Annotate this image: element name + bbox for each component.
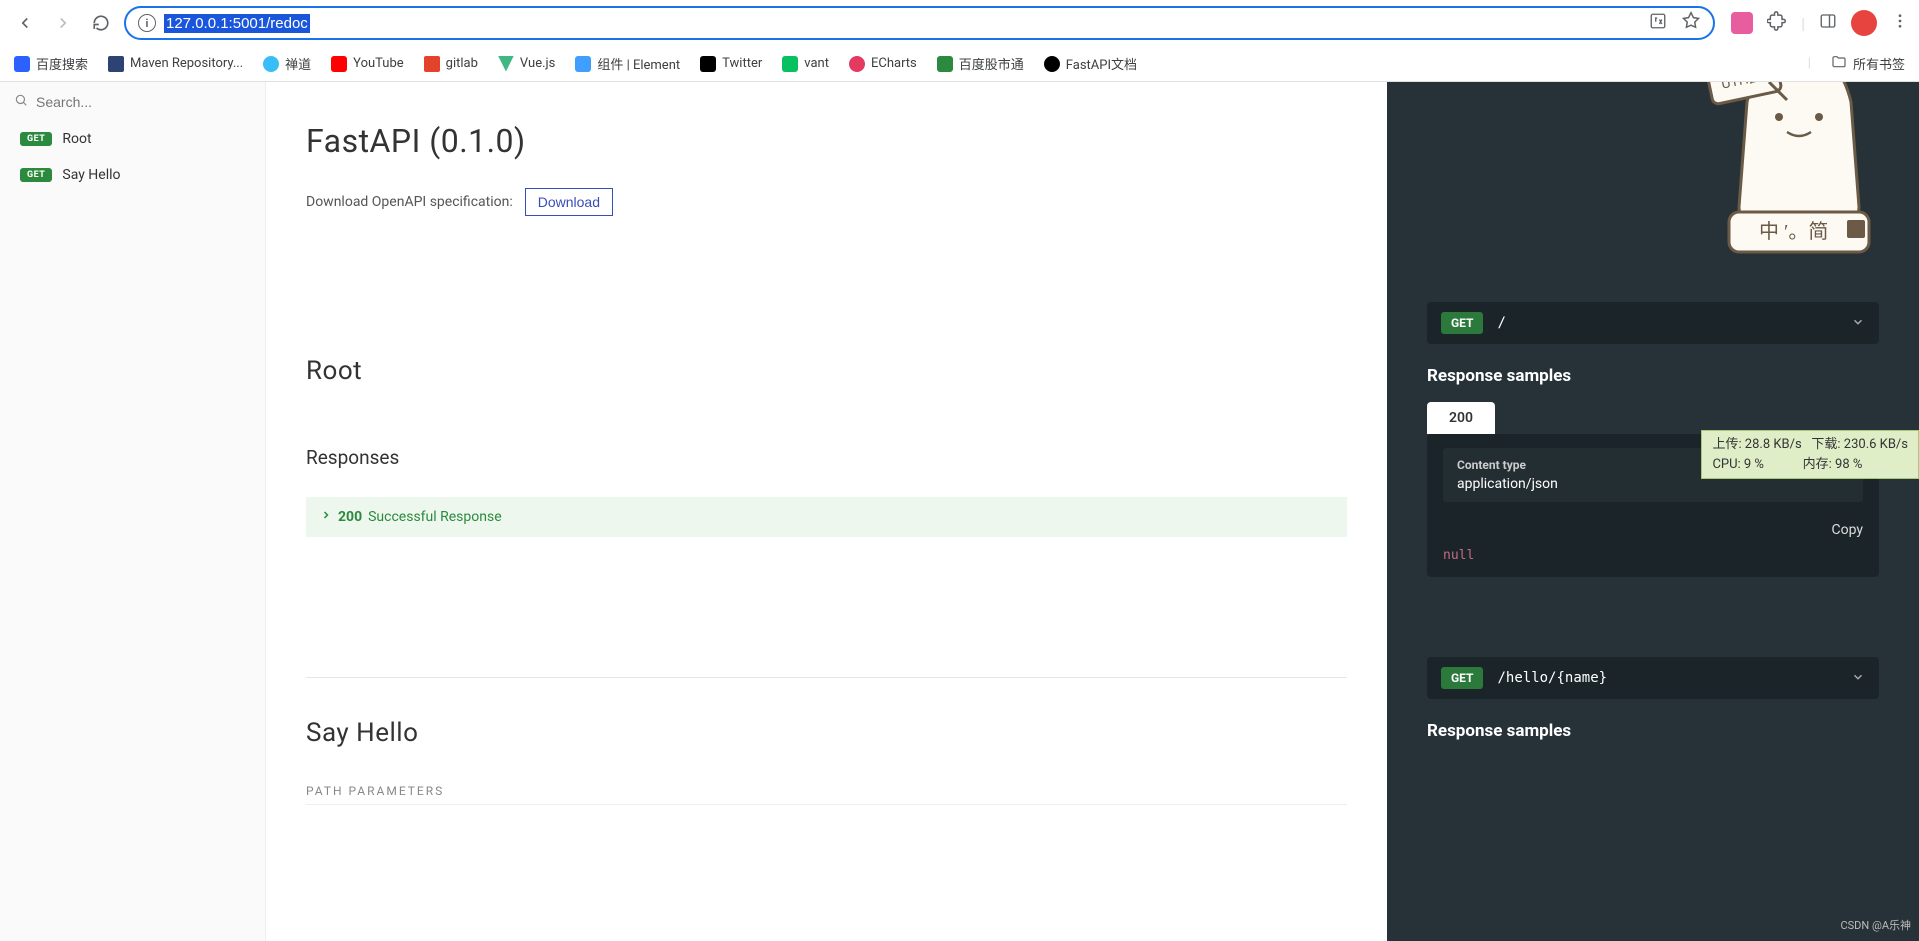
- chevron-down-icon: [1851, 669, 1865, 688]
- mascot-image: 中 ′。简 UTH国际: [1699, 82, 1899, 282]
- bookmark-baidu[interactable]: 百度搜索: [14, 54, 88, 73]
- folder-icon: [1831, 54, 1847, 74]
- method-badge: GET: [1441, 667, 1483, 689]
- chevron-right-icon: [320, 509, 332, 525]
- path-parameters-label: PATH PARAMETERS: [306, 784, 1347, 805]
- sidebar-item-label: Root: [62, 131, 91, 147]
- sidebar-item-label: Say Hello: [62, 167, 120, 183]
- watermark: CSDN @A乐神: [1840, 917, 1911, 933]
- chevron-down-icon: [1851, 314, 1865, 333]
- bookmark-bar: 百度搜索 Maven Repository... 禅道 YouTube gitl…: [0, 46, 1919, 82]
- endpoint-root[interactable]: GET /: [1427, 302, 1879, 344]
- chrome-actions: |: [1723, 10, 1909, 36]
- bookmark-youtube[interactable]: YouTube: [331, 56, 404, 72]
- bookmark-vant[interactable]: vant: [782, 56, 829, 72]
- address-bar[interactable]: i 127.0.0.1:5001/redoc: [124, 6, 1715, 40]
- svg-text:UTH国际: UTH国际: [1720, 82, 1778, 93]
- search-box[interactable]: [0, 82, 265, 121]
- bookmark-stocks[interactable]: 百度股市通: [937, 54, 1024, 73]
- side-panel-icon[interactable]: [1819, 12, 1837, 34]
- bookmark-element[interactable]: 组件 | Element: [575, 54, 680, 73]
- all-bookmarks[interactable]: 所有书签: [1831, 54, 1905, 74]
- search-icon: [14, 92, 28, 111]
- tab-200[interactable]: 200: [1427, 402, 1495, 434]
- response-desc: Successful Response: [368, 509, 502, 525]
- response-samples-heading-2: Response samples: [1427, 721, 1879, 741]
- section-title-sayhello: Say Hello: [306, 718, 1347, 748]
- redoc-sidebar: GET Root GET Say Hello: [0, 82, 266, 941]
- reload-button[interactable]: [86, 8, 116, 38]
- copy-button[interactable]: Copy: [1443, 522, 1863, 538]
- download-label: Download OpenAPI specification:: [306, 194, 513, 210]
- response-200-row[interactable]: 200 Successful Response: [306, 497, 1347, 537]
- bookmark-gitlab[interactable]: gitlab: [424, 56, 478, 72]
- bookmark-maven[interactable]: Maven Repository...: [108, 56, 243, 72]
- endpoint-hello[interactable]: GET /hello/{name}: [1427, 657, 1879, 699]
- translate-icon[interactable]: [1649, 12, 1667, 34]
- forward-button[interactable]: [48, 8, 78, 38]
- menu-icon[interactable]: [1891, 12, 1909, 34]
- back-button[interactable]: [10, 8, 40, 38]
- search-input[interactable]: [36, 94, 251, 110]
- bookmark-fastapi[interactable]: FastAPI文档: [1044, 54, 1137, 73]
- sidebar-item-root[interactable]: GET Root: [0, 121, 265, 157]
- section-title-root: Root: [306, 356, 1347, 386]
- code-samples-panel: 中 ′。简 UTH国际 GET / Response samples 200 C…: [1387, 82, 1919, 941]
- bookmark-zentao[interactable]: 禅道: [263, 54, 311, 73]
- system-monitor-overlay: 上传: 28.8 KB/s 下载: 230.6 KB/s CPU: 9 % 内存…: [1701, 430, 1919, 479]
- page-title: FastAPI (0.1.0): [306, 122, 1347, 160]
- site-info-icon[interactable]: i: [138, 14, 156, 32]
- extension-icon[interactable]: [1731, 12, 1753, 34]
- endpoint-path: /: [1497, 315, 1837, 331]
- sidebar-item-sayhello[interactable]: GET Say Hello: [0, 157, 265, 193]
- bookmark-vue[interactable]: Vue.js: [498, 56, 555, 72]
- svg-text:中 ′。简: 中 ′。简: [1759, 220, 1828, 243]
- bookmark-twitter[interactable]: Twitter: [700, 56, 762, 72]
- method-badge: GET: [20, 132, 52, 146]
- responses-heading: Responses: [306, 446, 1347, 469]
- response-samples-heading: Response samples: [1427, 366, 1879, 386]
- bookmark-echarts[interactable]: ECharts: [849, 56, 917, 72]
- response-code: 200: [338, 509, 362, 525]
- extensions-icon[interactable]: [1767, 11, 1787, 35]
- browser-toolbar: i 127.0.0.1:5001/redoc |: [0, 0, 1919, 46]
- method-badge: GET: [20, 168, 52, 182]
- main-content: FastAPI (0.1.0) Download OpenAPI specifi…: [266, 82, 1387, 941]
- profile-avatar[interactable]: [1851, 10, 1877, 36]
- download-button[interactable]: Download: [525, 188, 613, 216]
- endpoint-path: /hello/{name}: [1497, 670, 1837, 686]
- method-badge: GET: [1441, 312, 1483, 334]
- url-text: 127.0.0.1:5001/redoc: [164, 14, 310, 33]
- bookmark-star-icon[interactable]: [1681, 11, 1701, 35]
- sample-body: null: [1443, 548, 1863, 563]
